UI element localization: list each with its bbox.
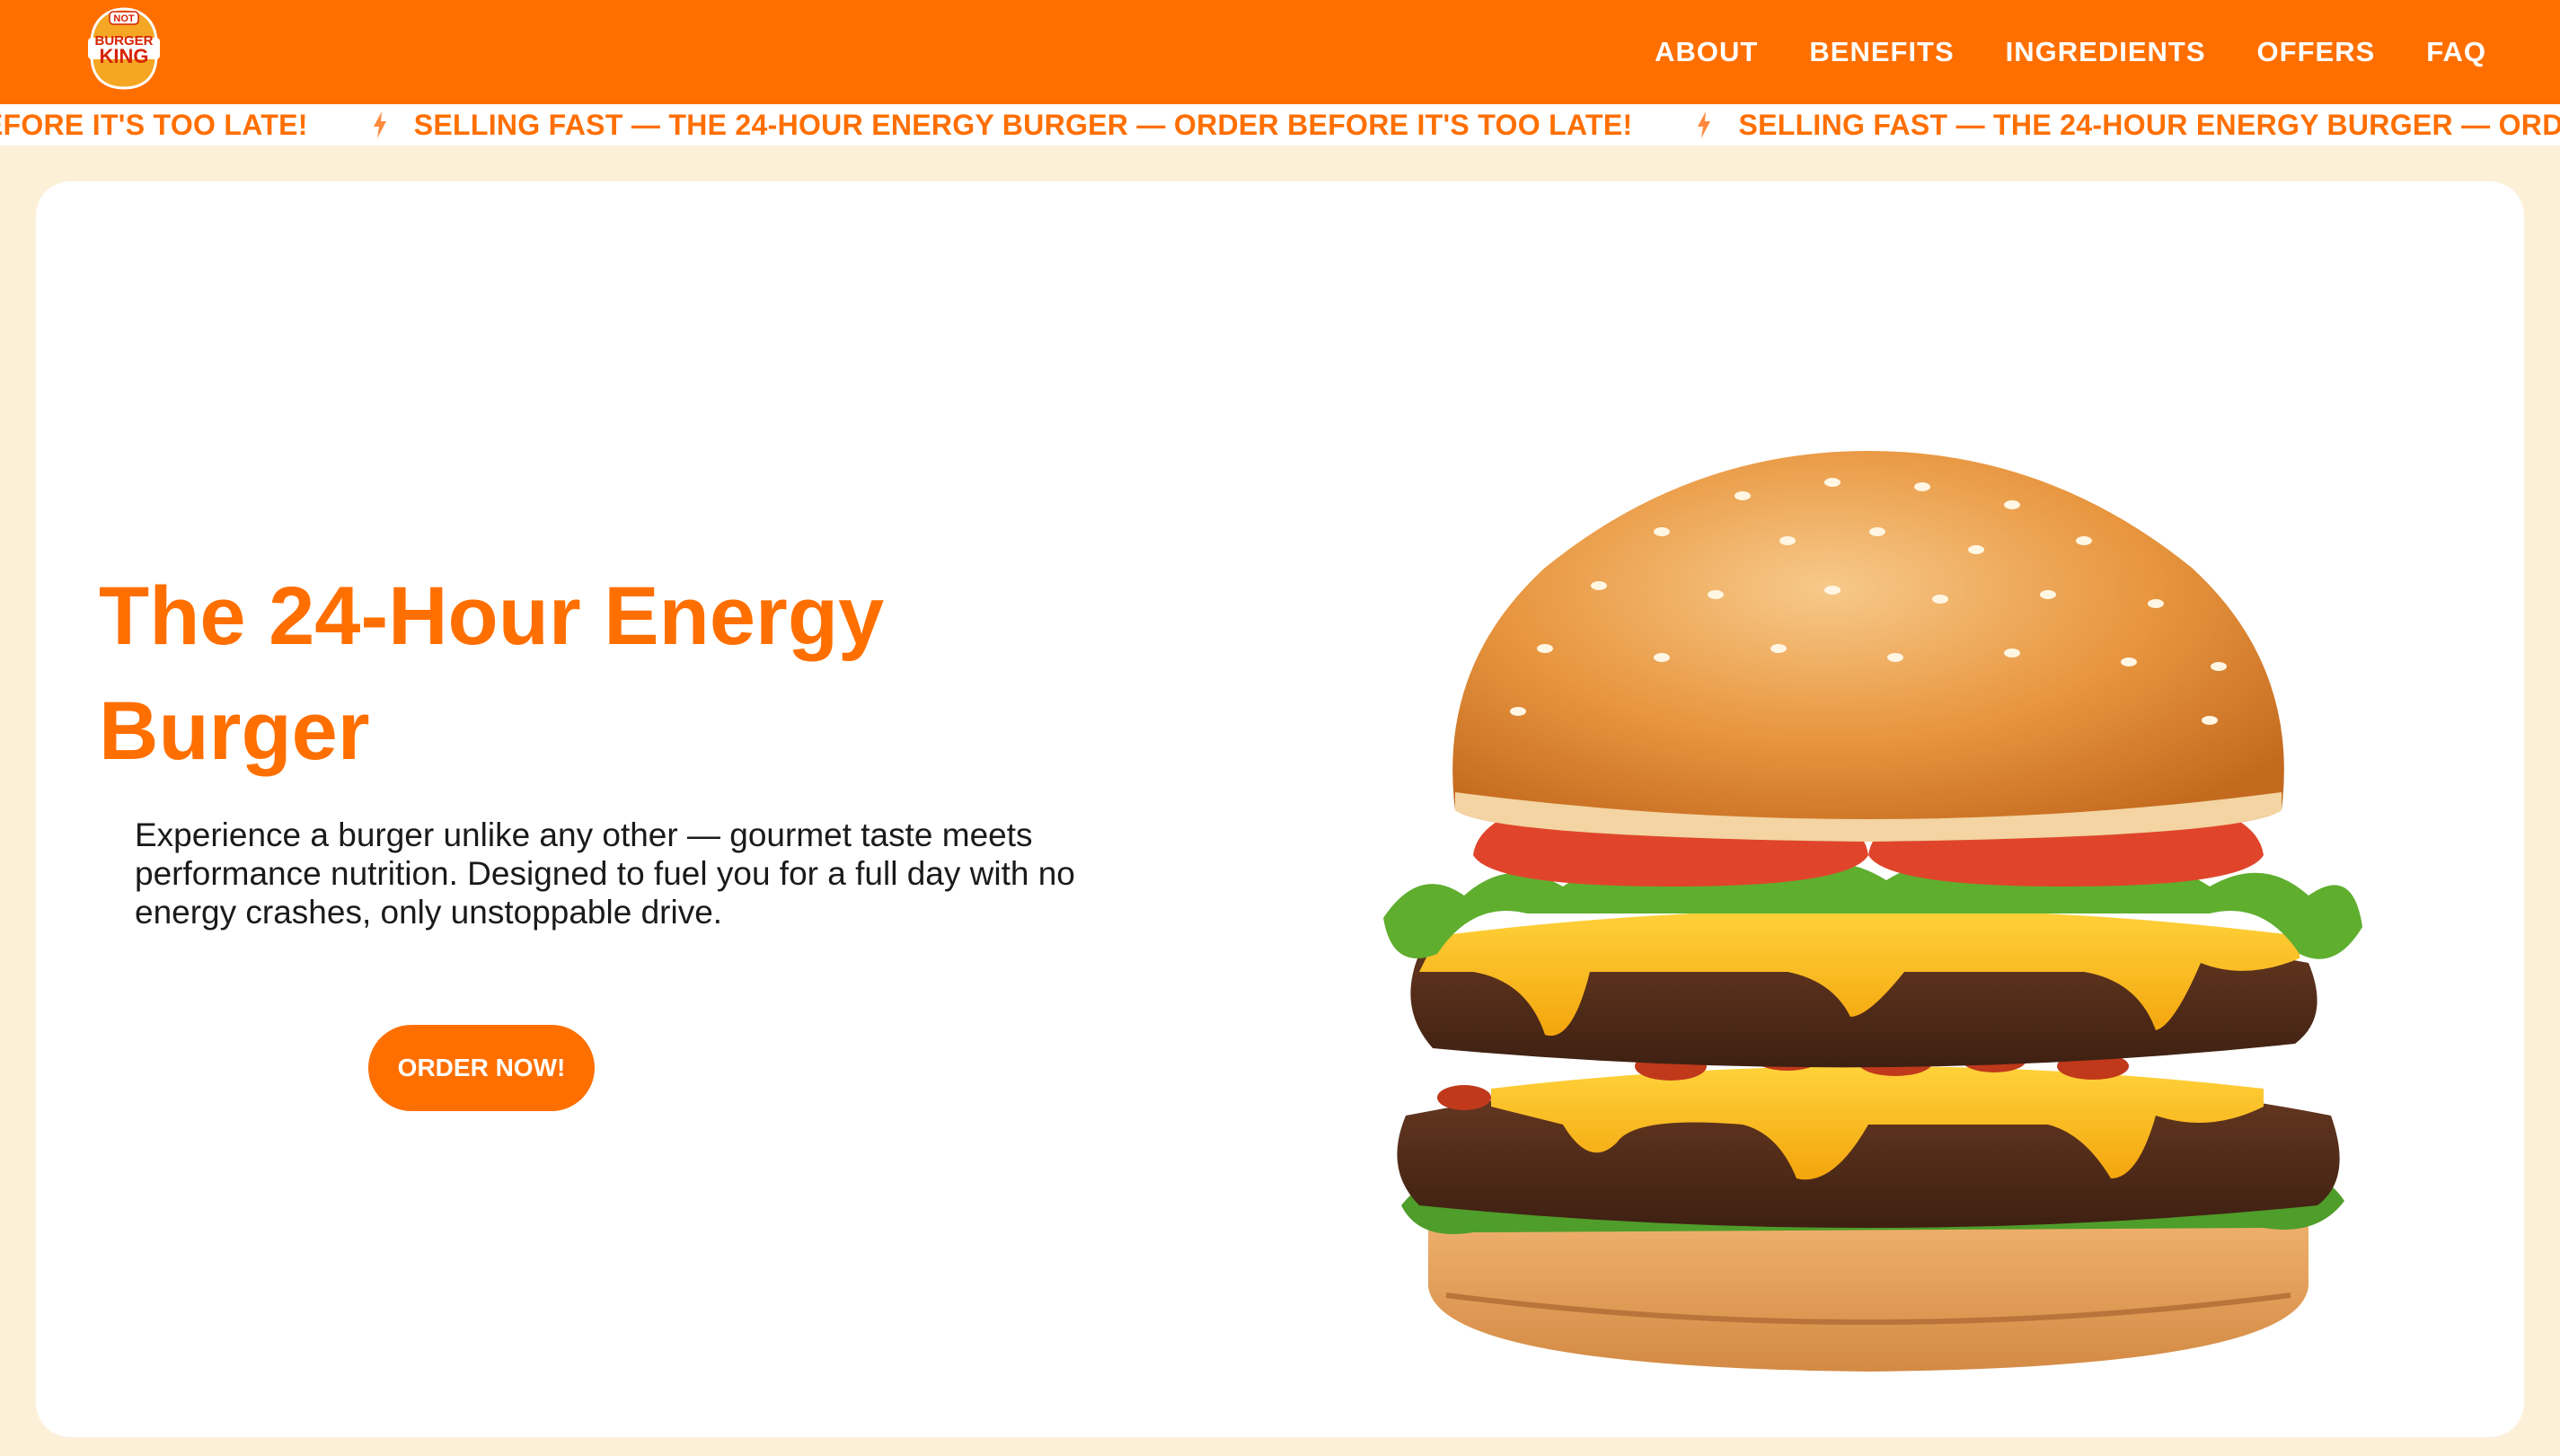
ticker-track: SELLING FAST — THE 24-HOUR ENERGY BURGER… [0,104,2560,146]
burger-logo-icon: NOT BURGER KING [88,7,160,90]
brand-logo[interactable]: NOT BURGER KING [83,5,165,92]
site-header: NOT BURGER KING ABOUT BENEFITS INGREDIEN… [0,0,2560,104]
lightning-bolt-icon [1698,111,1711,138]
nav-link-ingredients[interactable]: INGREDIENTS [2006,36,2206,68]
ticker-text: SELLING FAST — THE 24-HOUR ENERGY BURGER… [0,108,308,141]
logo-text-king: KING [100,45,149,67]
hero-card: The 24-Hour Energy Burger Experience a b… [36,181,2524,1437]
hero-title: The 24-Hour Energy Burger [99,570,885,777]
lightning-bolt-icon [373,111,386,138]
nav-link-about[interactable]: ABOUT [1655,36,1758,68]
order-now-button[interactable]: ORDER NOW! [368,1025,595,1111]
logo-text-not: NOT [113,13,135,24]
ticker-item: SELLING FAST — THE 24-HOUR ENERGY BURGER… [1695,109,2560,142]
announcement-ticker: SELLING FAST — THE 24-HOUR ENERGY BURGER… [0,104,2560,146]
ticker-text: SELLING FAST — THE 24-HOUR ENERGY BURGER… [413,108,1633,141]
nav-link-benefits[interactable]: BENEFITS [1809,36,1954,68]
nav-link-faq[interactable]: FAQ [2426,36,2486,68]
ticker-item: SELLING FAST — THE 24-HOUR ENERGY BURGER… [0,109,371,142]
nav-link-offers[interactable]: OFFERS [2257,36,2376,68]
burger-image [1365,397,2371,1412]
ticker-text: SELLING FAST — THE 24-HOUR ENERGY BURGER… [1738,108,2560,141]
main-nav: ABOUT BENEFITS INGREDIENTS OFFERS FAQ [1655,0,2486,104]
hero-description: Experience a burger unlike any other — g… [135,816,1075,931]
ticker-item: SELLING FAST — THE 24-HOUR ENERGY BURGER… [371,109,1696,142]
burger-illustration [1383,451,2362,1372]
